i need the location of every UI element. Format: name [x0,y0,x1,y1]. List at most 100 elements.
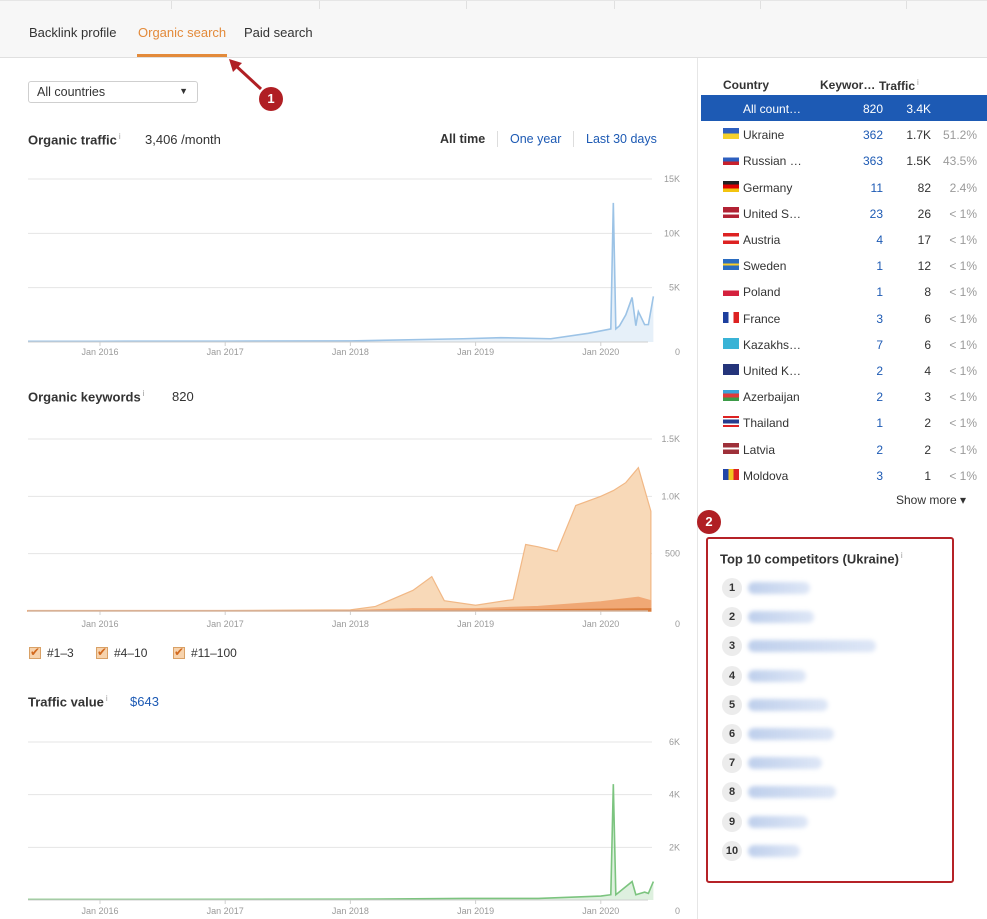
competitor-domain-redacted[interactable] [748,844,800,857]
show-more-link[interactable]: Show more ▾ [896,493,966,507]
competitor-domain-redacted[interactable] [748,640,876,653]
country-keywords[interactable]: 2 [876,443,883,457]
competitor-domain-redacted[interactable] [748,786,836,799]
y-tick-label: 6K [669,737,680,747]
country-traffic: 2 [924,442,931,457]
traffic-value-chart-svg: 0 2K 4K 6K Jan 2016 Jan 2017 Jan 2018 Jan 2019 J… [27,737,680,916]
competitor-rank: 10 [722,840,742,861]
country-row[interactable]: United S… 23 26 < 1% [701,200,987,226]
country-row[interactable]: France 3 6 < 1% [701,305,987,331]
country-traffic-share: 51.2% [942,128,977,143]
col-header-traffic[interactable]: Traffic i [879,78,919,93]
y-tick-label: 10K [664,228,680,238]
col-header-country[interactable]: Country [723,78,769,92]
tab-paid-search[interactable]: Paid search [244,25,313,40]
checkbox-icon [96,645,108,659]
competitor-domain-redacted[interactable] [748,611,814,624]
country-row[interactable]: Thailand 1 2 < 1% [701,409,987,435]
country-row[interactable]: Sweden 1 12 < 1% [701,252,987,278]
range-one-year[interactable]: One year [510,132,561,146]
country-row[interactable]: Poland 1 8 < 1% [701,278,987,304]
country-row[interactable]: Latvia 2 2 < 1% [701,436,987,462]
country-traffic: 6 [924,337,931,352]
y-tick-label: 5K [669,283,680,293]
country-traffic: 6 [924,311,931,326]
competitor-domain-redacted[interactable] [748,698,828,711]
flag-kz-icon [723,337,739,349]
checkbox-icon [29,645,41,659]
competitor-domain-redacted[interactable] [748,669,806,682]
col-header-keywords[interactable]: Keywor… [820,78,875,92]
competitor-domain-redacted[interactable] [748,728,834,740]
legend-item-top3[interactable]: #1–3 [29,645,74,660]
x-tick-label: Jan 2019 [457,619,494,629]
country-keywords[interactable]: 1 [876,416,883,430]
country-row[interactable]: Austria 4 17 < 1% [701,226,987,252]
competitor-rank: 4 [722,665,742,686]
x-tick-label: Jan 2017 [207,619,244,629]
info-icon: i [917,78,919,87]
y-tick-label: 4K [669,790,680,800]
range-all-time[interactable]: All time [440,132,485,146]
traffic-value-amount[interactable]: $643 [130,694,159,709]
country-traffic-share: < 1% [949,311,977,326]
country-traffic: 3.4K [906,102,931,116]
country-keywords[interactable]: 363 [863,154,883,168]
flag-de-icon [723,180,739,192]
flag-us-icon [723,206,739,218]
country-keywords[interactable]: 23 [870,207,883,221]
country-row[interactable]: Ukraine 362 1.7K 51.2% [701,121,987,147]
country-keywords[interactable]: 4 [876,233,883,247]
country-keywords[interactable]: 2 [876,364,883,378]
country-traffic-share: < 1% [949,285,977,300]
country-row[interactable]: Germany 11 82 2.4% [701,174,987,200]
flag-ru-icon [723,154,739,166]
competitor-domain-redacted[interactable] [748,582,810,594]
country-select[interactable]: All countries ▼ [28,81,198,103]
info-icon: i [900,551,903,560]
country-row[interactable]: Azerbaijan 2 3 < 1% [701,383,987,409]
country-row[interactable]: United K… 2 4 < 1% [701,357,987,383]
country-keywords[interactable]: 820 [863,102,883,116]
competitor-rank: 9 [722,811,742,832]
country-row[interactable]: Moldova 3 1 < 1% [701,462,987,488]
country-keywords[interactable]: 1 [876,259,883,273]
flag-lv-icon [723,442,739,454]
x-tick-label: Jan 2018 [332,347,369,357]
country-keywords[interactable]: 1 [876,285,883,299]
y-tick-label: 1.0K [661,491,680,501]
country-keywords[interactable]: 2 [876,390,883,404]
country-keywords[interactable]: 7 [876,338,883,352]
legend-item-top10[interactable]: #4–10 [96,645,147,660]
y-tick-label: 15K [664,174,680,184]
country-row[interactable]: Russian … 363 1.5K 43.5% [701,147,987,173]
series-area-fill [28,784,654,900]
country-traffic-share: < 1% [949,206,977,221]
country-traffic: 1 [924,468,931,483]
country-traffic-share: < 1% [949,233,977,247]
country-traffic: 12 [917,259,931,274]
organic-traffic-value: 3,406 /month [145,132,221,147]
tab-backlink-profile[interactable]: Backlink profile [29,25,116,40]
country-keywords[interactable]: 3 [876,312,883,326]
country-keywords[interactable]: 11 [871,181,883,195]
tab-organic-search[interactable]: Organic search [138,25,226,40]
competitor-domain-redacted[interactable] [748,757,822,770]
country-row[interactable]: All count… 820 3.4K [701,95,987,121]
country-keywords[interactable]: 362 [863,128,883,142]
range-last-30-days[interactable]: Last 30 days [586,132,657,146]
flag-gb-icon [723,364,739,375]
flag-pl-icon [723,285,739,297]
legend-item-top100[interactable]: #11–100 [173,645,237,660]
country-row[interactable]: Kazakhs… 7 6 < 1% [701,331,987,357]
country-name: All count… [743,102,802,116]
flag-ua-icon [723,128,739,140]
competitors-box [706,537,954,883]
country-traffic: 82 [917,180,931,195]
series-line [27,202,655,343]
country-name: Poland [743,285,781,300]
country-keywords[interactable]: 3 [876,469,883,483]
competitor-domain-redacted[interactable] [748,815,808,828]
x-tick-label: Jan 2019 [457,347,494,357]
series-line [27,784,655,901]
